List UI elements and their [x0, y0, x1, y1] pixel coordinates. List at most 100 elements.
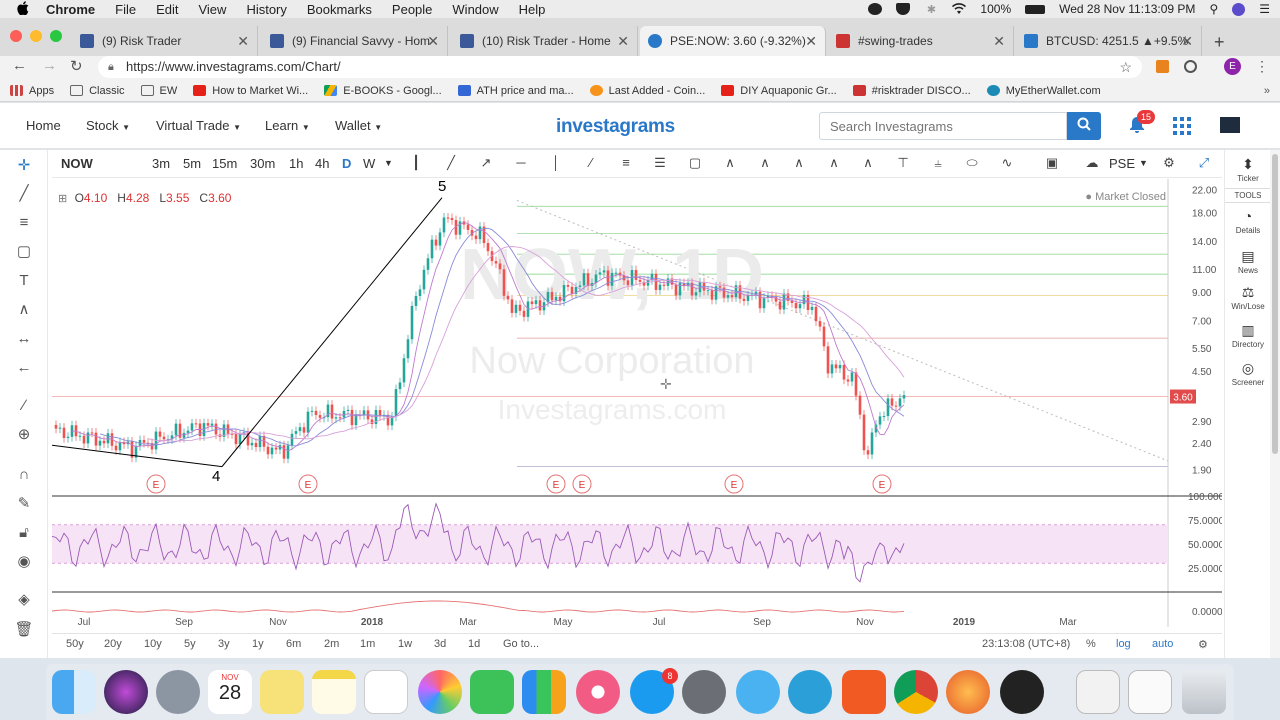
position-tool-icon[interactable]: ⫨ [929, 154, 947, 172]
battery-icon[interactable] [1025, 4, 1046, 14]
scale-settings-icon[interactable]: ⚙︎ [1198, 638, 1208, 651]
browser-tab-active[interactable]: PSE:NOW: 3.60 (-9.32%) ✕ [640, 26, 826, 56]
nav-stock[interactable]: Stock ▼ [86, 118, 130, 133]
nav-virtual-trade[interactable]: Virtual Trade ▼ [156, 118, 241, 133]
measure-tool-icon[interactable]: ⊤ [894, 154, 912, 172]
wave-tool-4-icon[interactable]: ∧ [825, 154, 843, 172]
range-3d[interactable]: 3d [434, 638, 446, 650]
shield-status-icon[interactable] [896, 3, 911, 15]
menu-file[interactable]: File [105, 2, 146, 17]
firefox-icon[interactable] [946, 670, 990, 714]
interval-w[interactable]: W [363, 156, 375, 171]
bookmark-star-icon[interactable]: ☆ [1119, 56, 1132, 78]
menu-bookmarks[interactable]: Bookmarks [297, 2, 382, 17]
collapse-legend-icon[interactable]: ⊞ [58, 193, 67, 205]
wave-tool-3-icon[interactable]: ∧ [790, 154, 808, 172]
finder-icon[interactable] [52, 670, 96, 714]
siri-icon[interactable] [1232, 2, 1246, 16]
wave-tool-1-icon[interactable]: ∧ [721, 154, 739, 172]
crosshair-icon[interactable]: ✛ [14, 156, 34, 176]
siri-app-icon[interactable] [104, 670, 148, 714]
interval-30m[interactable]: 30m [250, 156, 275, 171]
spotlight-icon[interactable]: ⚲ [1209, 2, 1218, 16]
music-icon[interactable] [576, 670, 620, 714]
trash-can-icon[interactable] [1182, 670, 1226, 714]
percent-scale-toggle[interactable]: % [1086, 638, 1096, 650]
profile-avatar[interactable]: E [1224, 58, 1241, 75]
brush-tool-icon[interactable]: ∿ [998, 154, 1016, 172]
ray-tool-icon[interactable]: ↗ [477, 154, 495, 172]
extended-line-icon[interactable]: ∕ [582, 154, 600, 172]
pattern-icon[interactable]: ∧ [14, 300, 34, 320]
bookmarks-overflow-icon[interactable]: » [1264, 85, 1270, 97]
forward-icon[interactable]: → [42, 57, 57, 74]
facetime-icon[interactable] [470, 670, 514, 714]
wave-tool-2-icon[interactable]: ∧ [756, 154, 774, 172]
trend-line-tool-icon[interactable]: ╱ [442, 154, 460, 172]
ticker-button[interactable]: ⬍ Ticker [1225, 156, 1271, 183]
range-5y[interactable]: 5y [184, 638, 196, 650]
menu-edit[interactable]: Edit [146, 2, 188, 17]
news-button[interactable]: ▤ News [1225, 248, 1271, 275]
trendline-icon[interactable]: ╱ [14, 184, 34, 204]
tab-close-icon[interactable]: ✕ [1181, 26, 1193, 56]
fib-retracement-icon[interactable]: ≡ [14, 213, 34, 233]
search-input[interactable] [819, 112, 1067, 140]
directory-button[interactable]: ▥ Directory [1225, 322, 1271, 349]
chart-canvas[interactable]: NOW, 1D Now Corporation Investagrams.com… [51, 178, 1230, 629]
bookmark-myetherwallet[interactable]: MyEtherWallet.com [986, 85, 1101, 97]
interval-3m[interactable]: 3m [152, 156, 170, 171]
range-6m[interactable]: 6m [286, 638, 301, 650]
range-2m[interactable]: 2m [324, 638, 339, 650]
winlose-button[interactable]: ⚖︎ Win/Lose [1225, 284, 1271, 311]
apps-grid-icon[interactable] [1173, 117, 1191, 140]
text-icon[interactable]: T [14, 271, 34, 291]
prediction-icon[interactable]: ↔ [14, 329, 34, 349]
bookmark-risktrader-discord[interactable]: #risktrader DISCO... [852, 85, 971, 97]
zoom-in-icon[interactable]: ⊕ [14, 425, 34, 445]
horizontal-line-icon[interactable]: ─ [512, 154, 530, 172]
chrome-menu-icon[interactable]: ⋮ [1255, 58, 1269, 75]
photos-icon[interactable] [418, 670, 462, 714]
interval-15m[interactable]: 15m [212, 156, 237, 171]
interval-1h[interactable]: 1h [289, 156, 303, 171]
nav-learn[interactable]: Learn ▼ [265, 118, 310, 133]
auto-scale-toggle[interactable]: auto [1152, 638, 1173, 650]
trash-icon[interactable]: 🗑︎ [14, 620, 34, 640]
tab-close-icon[interactable]: ✕ [993, 26, 1005, 56]
price-chart[interactable]: NOW, 1D Now Corporation Investagrams.com… [51, 178, 1230, 629]
safari-icon[interactable] [736, 670, 780, 714]
brave-status-icon[interactable] [868, 3, 883, 15]
draw-mode-icon[interactable]: ✎ [14, 494, 34, 514]
chrome-icon[interactable] [894, 670, 938, 714]
menubar-clock[interactable]: Wed 28 Nov 11:13:09 PM [1059, 2, 1195, 16]
fib-channel-icon[interactable]: ☰ [651, 154, 669, 172]
range-10y[interactable]: 10y [144, 638, 162, 650]
log-scale-toggle[interactable]: log [1116, 638, 1131, 650]
exchange-selector[interactable]: PSE [1109, 156, 1135, 171]
bookmark-ath-price[interactable]: ATH price and ma... [457, 85, 574, 97]
apple-icon[interactable] [10, 0, 36, 18]
range-20y[interactable]: 20y [104, 638, 122, 650]
search-button[interactable] [1067, 112, 1101, 140]
window-close-button[interactable] [10, 30, 22, 42]
brave-icon[interactable] [842, 670, 886, 714]
tab-close-icon[interactable]: ✕ [805, 26, 817, 56]
exchange-dropdown-icon[interactable]: ▼ [1139, 158, 1148, 168]
browser-tab[interactable]: (9) Risk Trader ✕ [72, 26, 258, 56]
bookmark-ew[interactable]: EW [140, 85, 177, 97]
bookmark-apps[interactable]: Apps [10, 85, 54, 97]
vertical-line-icon[interactable]: │ [547, 154, 565, 172]
range-1d[interactable]: 1d [468, 638, 480, 650]
launchpad-icon[interactable] [156, 670, 200, 714]
tab-close-icon[interactable]: ✕ [237, 26, 249, 56]
menu-history[interactable]: History [236, 2, 296, 17]
eye-icon[interactable]: ◉ [14, 552, 34, 572]
menu-people[interactable]: People [382, 2, 442, 17]
obs-icon[interactable] [1000, 670, 1044, 714]
browser-tab[interactable]: (9) Financial Savvy - Hom ✕ [262, 26, 448, 56]
range-1m[interactable]: 1m [360, 638, 375, 650]
back-icon[interactable]: ← [12, 57, 27, 74]
tab-close-icon[interactable]: ✕ [427, 26, 439, 56]
browser-tab[interactable]: (10) Risk Trader - Home ✕ [452, 26, 638, 56]
